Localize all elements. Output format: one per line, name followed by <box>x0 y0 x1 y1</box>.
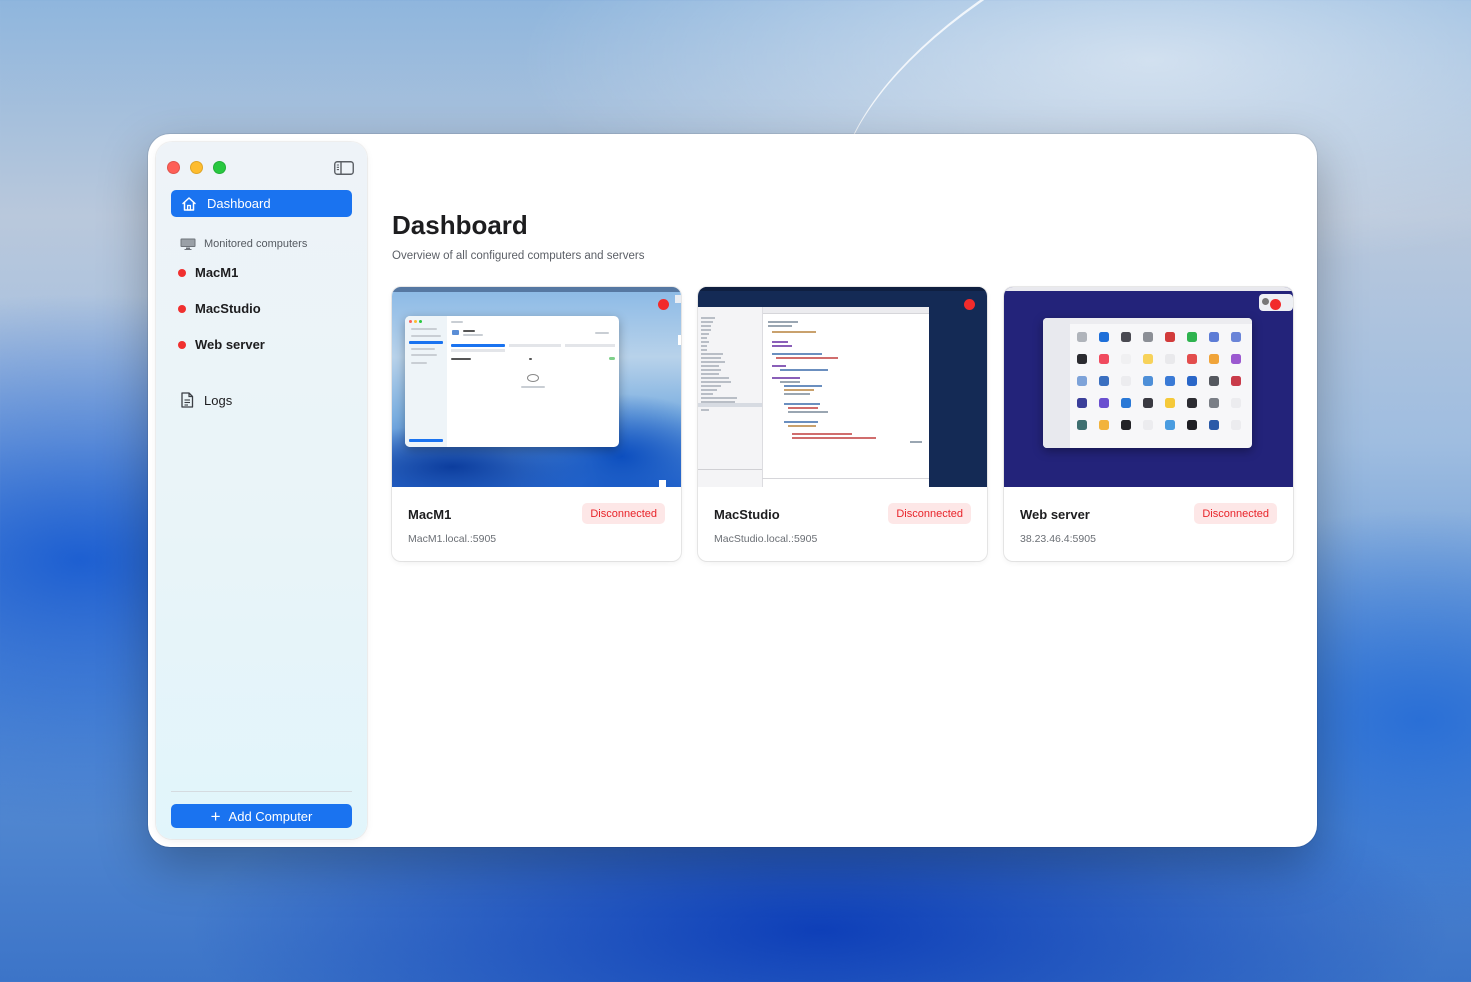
sidebar-toggle-icon[interactable] <box>334 161 354 175</box>
add-computer-label: Add Computer <box>228 808 313 824</box>
computer-name: MacStudio <box>195 301 261 316</box>
sidebar-divider <box>171 791 352 792</box>
computer-name: Web server <box>195 337 265 352</box>
minimize-window-button[interactable] <box>190 161 203 174</box>
thumb-sidebar <box>405 316 447 447</box>
status-dot <box>178 340 186 349</box>
document-icon <box>180 392 194 408</box>
sidebar-item-macm1[interactable]: MacM1 <box>178 265 238 280</box>
screen-thumbnail[interactable] <box>392 287 681 487</box>
thumb-menubar <box>1004 287 1293 291</box>
page-title: Dashboard <box>392 210 528 240</box>
status-dot <box>178 304 186 313</box>
recording-indicator <box>1270 299 1281 310</box>
recording-indicator <box>658 299 669 310</box>
app-window: Dashboard Monitored computers MacM1 MacS… <box>148 134 1317 847</box>
sidebar-item-label: Dashboard <box>207 196 271 211</box>
status-badge: Disconnected <box>582 503 665 524</box>
thumb-finder-sidebar <box>1043 318 1070 448</box>
card-title: MacStudio <box>714 507 780 522</box>
sidebar-item-logs[interactable]: Logs <box>180 392 232 408</box>
thumb-window <box>405 316 619 447</box>
computer-card-macm1[interactable]: MacM1 Disconnected MacM1.local.:5905 <box>392 287 681 561</box>
sidebar-item-dashboard[interactable]: Dashboard <box>171 190 352 217</box>
status-badge: Disconnected <box>888 503 971 524</box>
screen-thumbnail[interactable] <box>1004 287 1293 487</box>
section-title: Monitored computers <box>204 238 308 250</box>
close-window-button[interactable] <box>167 161 180 174</box>
card-address: 38.23.46.4:5905 <box>1020 533 1096 545</box>
card-title: Web server <box>1020 507 1090 522</box>
add-computer-button[interactable]: + Add Computer <box>171 804 352 828</box>
thumb-menubar <box>698 287 987 291</box>
status-dot <box>178 268 186 277</box>
zoom-window-button[interactable] <box>213 161 226 174</box>
sidebar: Dashboard Monitored computers MacM1 MacS… <box>156 142 367 839</box>
monitor-icon <box>180 238 196 250</box>
sidebar-item-label: Logs <box>204 392 233 408</box>
sidebar-item-macstudio[interactable]: MacStudio <box>178 301 261 316</box>
sidebar-item-web-server[interactable]: Web server <box>178 337 265 352</box>
card-address: MacStudio.local.:5905 <box>714 533 818 545</box>
thumb-menubar <box>392 287 681 292</box>
house-icon <box>181 196 197 212</box>
computer-card-macstudio[interactable]: MacStudio Disconnected MacStudio.local.:… <box>698 287 987 561</box>
page-subtitle: Overview of all configured computers and… <box>392 250 645 262</box>
screen-thumbnail[interactable] <box>698 287 987 487</box>
plus-icon: + <box>210 806 221 826</box>
card-title: MacM1 <box>408 507 452 522</box>
card-address: MacM1.local.:5905 <box>408 533 497 545</box>
computer-card-web-server[interactable]: Web server Disconnected 38.23.46.4:5905 <box>1004 287 1293 561</box>
monitored-computers-header: Monitored computers <box>180 238 307 250</box>
status-badge: Disconnected <box>1194 503 1277 524</box>
computer-name: MacM1 <box>195 265 239 280</box>
thumb-window <box>1043 318 1252 448</box>
thumb-file-tree <box>698 307 763 487</box>
thumb-window <box>698 307 929 487</box>
recording-indicator <box>964 299 975 310</box>
